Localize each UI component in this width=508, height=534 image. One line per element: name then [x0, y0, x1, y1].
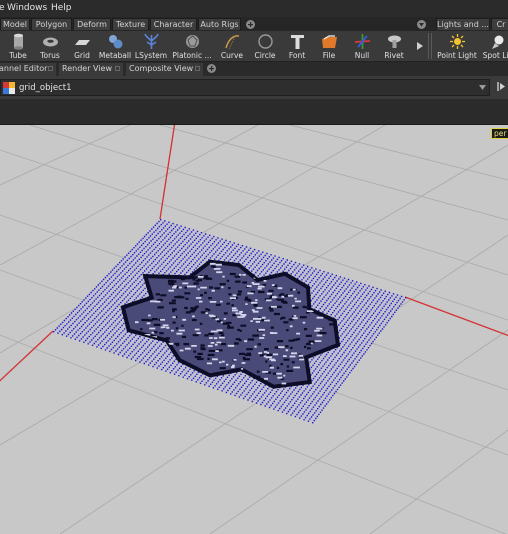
- object-network-icon: [3, 82, 15, 94]
- path-dropdown-icon[interactable]: [479, 85, 486, 90]
- tool-curve[interactable]: Curve: [217, 31, 247, 61]
- shelf-tab-auto-rigs[interactable]: Auto Rigs: [198, 18, 241, 30]
- tool-platonic[interactable]: Platonic ...: [172, 31, 212, 61]
- torus-icon: [43, 37, 58, 47]
- file-icon: [322, 35, 337, 48]
- circle-icon: [258, 34, 273, 49]
- tool-lsystem[interactable]: LSystem: [135, 31, 167, 61]
- tab-pin-icon[interactable]: [195, 66, 200, 71]
- tool-spot-light[interactable]: Spot Lig: [483, 31, 508, 61]
- metaball-icon: [109, 35, 123, 49]
- tab-pin-icon[interactable]: [115, 66, 120, 71]
- tool-metaball[interactable]: Metaball: [99, 31, 131, 61]
- shelf-tab-cr[interactable]: Cr: [491, 18, 508, 30]
- platonic-icon: [186, 35, 199, 48]
- font-icon: [291, 35, 304, 49]
- path-field[interactable]: grid_object1: [0, 79, 490, 96]
- shelf-tab-texture[interactable]: Texture: [112, 18, 149, 30]
- floor-grid-line: [369, 429, 508, 534]
- camera-menu-label[interactable]: per: [491, 128, 508, 139]
- menu-bar: e Windows Help: [0, 0, 508, 17]
- spot-light-icon: [492, 35, 504, 49]
- tool-rivet[interactable]: Rivet: [379, 31, 409, 61]
- lsystem-icon: [144, 33, 159, 49]
- curve-icon: [225, 34, 240, 50]
- add-shelf-tab-icon[interactable]: [245, 19, 256, 30]
- viewport-canvas[interactable]: [0, 125, 508, 534]
- tool-file[interactable]: File: [314, 31, 344, 61]
- menu-item-edit-fragment[interactable]: e: [0, 3, 5, 13]
- tab-channel-editor[interactable]: annel Editor: [0, 63, 56, 76]
- point-light-icon: [450, 34, 465, 49]
- grid-icon: [75, 40, 90, 45]
- scene-viewport[interactable]: per: [0, 125, 508, 534]
- floor-grid-line: [0, 125, 131, 186]
- path-bar: grid_object1: [0, 76, 508, 99]
- shelf-splitter-handle[interactable]: [427, 33, 433, 59]
- tab-pin-icon[interactable]: [48, 66, 53, 71]
- shelf-tab-bar: Model Polygon Deform Texture Character A…: [0, 17, 508, 31]
- rivet-icon: [388, 35, 401, 48]
- shelf-scroll-right-icon[interactable]: [417, 42, 423, 50]
- z-axis-line: [0, 330, 54, 382]
- tube-icon: [14, 33, 23, 50]
- shelf-tab-character[interactable]: Character: [150, 18, 197, 30]
- floor-grid-line: [289, 125, 508, 181]
- floor-grid-line: [29, 125, 508, 276]
- shelf-tab-model[interactable]: Model: [0, 18, 30, 30]
- y-axis-line: [159, 125, 176, 220]
- add-pane-tab-icon[interactable]: [206, 63, 217, 74]
- viewer-toolbar: [0, 99, 508, 125]
- path-object-label: grid_object1: [19, 83, 72, 93]
- pane-tab-bar: annel Editor Render View Composite View: [0, 62, 508, 76]
- menu-item-help[interactable]: Help: [51, 3, 72, 13]
- shelf-tab-polygon[interactable]: Polygon: [31, 18, 72, 30]
- menu-item-windows[interactable]: Windows: [7, 3, 47, 13]
- tool-point-light[interactable]: Point Light: [437, 31, 477, 61]
- floor-grid-line: [159, 125, 508, 221]
- shelf-tab-deform[interactable]: Deform: [73, 18, 111, 30]
- pin-icon[interactable]: [497, 81, 506, 92]
- tool-grid[interactable]: Grid: [67, 31, 97, 61]
- null-icon: [354, 34, 371, 49]
- shelf-tab-lights[interactable]: Lights and ...: [436, 18, 490, 30]
- tab-composite-view[interactable]: Composite View: [126, 63, 203, 76]
- tab-render-view[interactable]: Render View: [59, 63, 123, 76]
- shelf-menu-icon[interactable]: [416, 19, 427, 30]
- tool-shelf: Tube Torus Grid Metaball LSystem Platoni…: [0, 31, 508, 62]
